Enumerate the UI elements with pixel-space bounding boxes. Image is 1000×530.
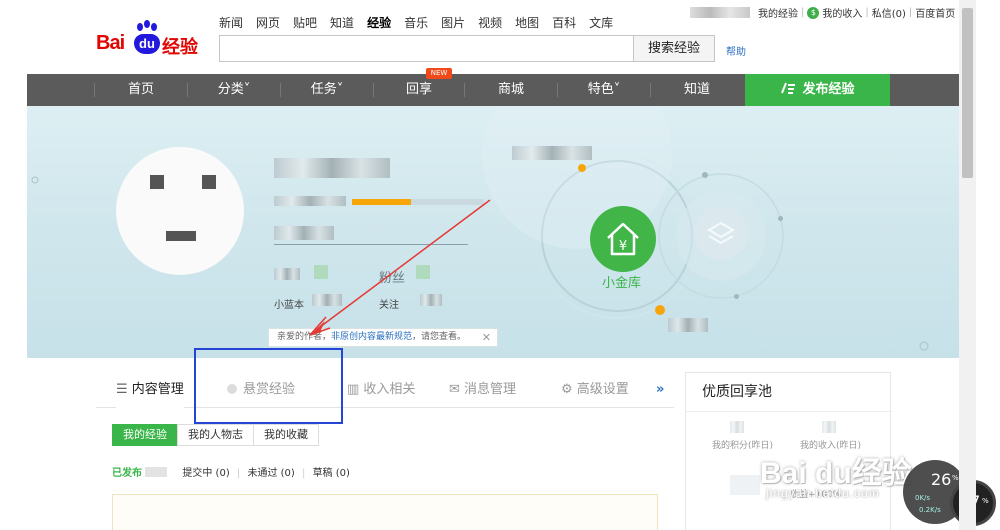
nav-link-video[interactable]: 视频 [478,14,502,31]
chart-icon: ▥ [347,382,364,397]
my-experience-link[interactable]: 我的经验 [758,5,798,20]
avatar-eye-right [202,175,216,189]
filter-submitting[interactable]: 提交中 (0) [182,468,229,479]
username-blurred[interactable] [690,7,750,18]
tab-messages[interactable]: ✉ 消息管理 [449,372,516,408]
tab-advanced-label: 高级设置 [576,382,629,397]
tab-messages-label: 消息管理 [464,382,517,397]
nav-featured[interactable]: 特色˅ [558,74,650,106]
layers-icon[interactable] [694,206,748,260]
unit: % [952,474,959,482]
list-icon: ☰ [116,382,132,397]
published-count-blurred [145,467,168,477]
baidu-jingyan-logo[interactable]: Bai du 经验 [96,20,208,60]
page-scrollbar[interactable] [959,0,976,530]
vault-label: 小金库 [602,276,642,291]
nav-link-wenku[interactable]: 文库 [589,14,613,31]
income-blurred [822,421,836,433]
filter-rejected[interactable]: 未通过 (0) [247,468,294,479]
tab-content-management[interactable]: ☰ 内容管理 [116,372,184,408]
points-blurred [730,421,744,433]
speed-value-1: 26 [931,470,952,489]
nav-link-images[interactable]: 图片 [441,14,465,31]
unit: % [982,497,989,505]
nav-zhidao[interactable]: 知道 [651,74,743,106]
logo-du: du [134,34,160,54]
stat-blurred [274,268,300,280]
subtab-my-profiles[interactable]: 我的人物志 [177,424,254,446]
chart-placeholder [730,475,760,495]
upload-rate: 0K/s [915,494,931,502]
nav-link-tieba[interactable]: 贴吧 [293,14,317,31]
annotation-highlight-box [194,348,343,424]
deco-dot [778,216,783,221]
income-icon: $ [807,6,820,19]
nav-link-baike[interactable]: 百科 [552,14,576,31]
new-badge: NEW [426,68,452,79]
watermark-url: jingyan.baidu.com [766,486,880,500]
profile-tabs: ☰ 内容管理 悬赏经验 ▥ 收入相关 ✉ 消息管理 ⚙ 高级设置 » [96,372,674,408]
tab-advanced-settings[interactable]: ⚙ 高级设置 [561,372,629,408]
avatar-mouth [166,231,196,241]
deco-dot [702,172,708,178]
filter-published[interactable]: 已发布 [112,468,142,479]
nav-link-map[interactable]: 地图 [515,14,539,31]
orange-dot [578,164,586,172]
subtab-my-experience[interactable]: 我的经验 [112,424,178,446]
baidu-home-link[interactable]: 百度首页 [915,5,955,20]
nav-link-news[interactable]: 新闻 [219,14,243,31]
my-income-link[interactable]: 我的收入 [822,5,862,20]
yen-glyph: ¥ [619,239,627,254]
username-blurred-block [274,158,390,178]
separator: | [236,468,241,479]
search-input[interactable] [219,35,634,62]
vault-button[interactable]: ¥ [590,206,656,272]
download-rate: 0.2K/s [919,506,941,514]
vault-info-blurred [512,146,592,160]
user-bar: 我的经验 | $ 我的收入 | 私信(0) | 百度首页 [690,5,955,20]
product-nav: 新闻 网页 贴吧 知道 经验 音乐 图片 视频 地图 百科 文库 [219,14,626,31]
nav-home[interactable]: 首页 [95,74,187,106]
messages-link[interactable]: 私信(0) [872,5,906,20]
avatar[interactable] [116,147,244,275]
nav-link-music[interactable]: 音乐 [404,14,428,31]
orange-dot [655,305,665,315]
experience-status-filter: 已发布 提交中 (0) | 未通过 (0) | 草稿 (0) [112,464,350,479]
publish-label: 发布经验 [802,82,855,97]
tab-income[interactable]: ▥ 收入相关 [347,372,415,408]
publish-experience-button[interactable]: 发布经验 [745,74,890,106]
tabs-more-icon[interactable]: » [656,372,664,408]
main-nav: 首页 分类˅ 任务˅ 回享 NEW 商城 特色˅ 知道 发布经验 [27,68,959,106]
tab-income-label: 收入相关 [363,382,416,397]
subtab-my-favorites[interactable]: 我的收藏 [253,424,319,446]
nav-link-zhidao[interactable]: 知道 [330,14,354,31]
page: Bai du 经验 新闻 网页 贴吧 知道 经验 音乐 图片 视频 地图 百科 … [0,0,1000,530]
house-yen-icon: ¥ [607,222,639,256]
help-link[interactable]: 帮助 [726,43,746,58]
avatar-eye-left [150,175,164,189]
gear-icon: ⚙ [561,382,577,397]
nav-link-web[interactable]: 网页 [256,14,280,31]
nav-category[interactable]: 分类˅ [188,74,280,106]
experience-card[interactable] [112,494,658,530]
pen-list-icon [781,82,796,94]
vault-value-blurred [668,318,708,332]
experience-subtabs: 我的经验 我的人物志 我的收藏 [112,424,319,446]
annotation-arrow [309,199,491,336]
filter-draft[interactable]: 草稿 (0) [313,468,350,479]
tab-content-label: 内容管理 [131,382,184,397]
nav-tasks[interactable]: 任务˅ [281,74,373,106]
pool-divider [686,411,892,412]
separator: | [302,468,306,479]
logo-jingyan: 经验 [162,37,198,58]
logo-bai: Bai [96,32,125,54]
search-button[interactable]: 搜索经验 [633,35,715,62]
deco-dot [734,294,739,299]
scrollbar-thumb[interactable] [962,8,973,178]
nav-mall[interactable]: 商城 [465,74,557,106]
nav-link-jingyan[interactable]: 经验 [367,14,391,31]
mail-icon: ✉ [449,382,465,397]
pool-title: 优质回享池 [702,384,772,400]
